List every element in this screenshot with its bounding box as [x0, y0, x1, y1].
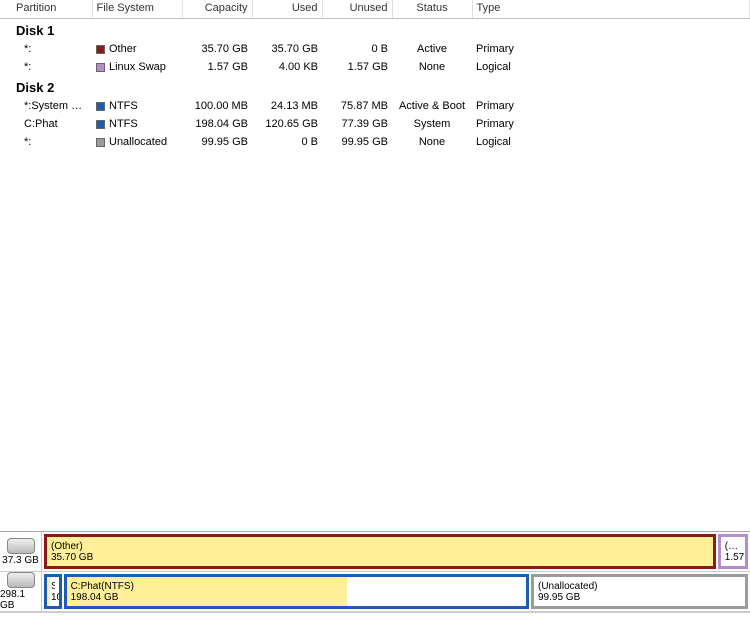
filesystem-cell: Linux Swap	[92, 58, 182, 76]
type-cell: Primary	[472, 40, 750, 58]
col-capacity[interactable]: Capacity	[182, 0, 252, 19]
used-cell: 120.65 GB	[252, 115, 322, 133]
partition-name: *:	[0, 40, 92, 58]
fs-label: Unallocated	[109, 136, 167, 148]
partition-strip: (Other)35.70 GB(Linux Swap)1.57 GB	[42, 532, 750, 571]
partition-block[interactable]: (Linux Swap)1.57 GB	[718, 534, 748, 569]
disk-map-row: 298.1 GBSystem Reserved100.00 MBC:Phat(N…	[0, 572, 750, 612]
partition-row[interactable]: C:Phat NTFS 198.04 GB120.65 GB77.39 GBSyst…	[0, 115, 750, 133]
disk-icon-cell[interactable]: 37.3 GB	[0, 532, 42, 571]
partition-block-size: 35.70 GB	[51, 552, 709, 563]
status-cell: None	[392, 133, 472, 151]
partition-name: C:Phat	[0, 115, 92, 133]
col-status[interactable]: Status	[392, 0, 472, 19]
capacity-cell: 99.95 GB	[182, 133, 252, 151]
partition-block-size: 100.00 MB	[51, 592, 55, 603]
fs-color-swatch	[96, 45, 105, 54]
unused-cell: 0 B	[322, 40, 392, 58]
partition-block[interactable]: System Reserved100.00 MB	[44, 574, 62, 609]
legend	[0, 612, 750, 622]
partition-block-label: (Linux Swap)	[725, 541, 741, 552]
disk-map-area: 37.3 GB(Other)35.70 GB(Linux Swap)1.57 G…	[0, 531, 750, 612]
type-cell: Logical	[472, 133, 750, 151]
used-cell: 0 B	[252, 133, 322, 151]
capacity-cell: 198.04 GB	[182, 115, 252, 133]
partition-name: *:	[0, 58, 92, 76]
used-cell: 35.70 GB	[252, 40, 322, 58]
fs-label: Other	[109, 43, 137, 55]
partition-block[interactable]: (Unallocated)99.95 GB	[531, 574, 748, 609]
filesystem-cell: NTFS	[92, 97, 182, 115]
disk-header-row[interactable]: Disk 2	[0, 76, 750, 97]
partition-block-label: C:Phat(NTFS)	[71, 581, 522, 592]
disk-icon	[7, 572, 35, 588]
type-cell: Primary	[472, 115, 750, 133]
partition-block-size: 99.95 GB	[538, 592, 741, 603]
type-cell: Logical	[472, 58, 750, 76]
partition-block[interactable]: C:Phat(NTFS)198.04 GB	[64, 574, 529, 609]
used-cell: 24.13 MB	[252, 97, 322, 115]
unused-cell: 75.87 MB	[322, 97, 392, 115]
disk-header-row[interactable]: Disk 1	[0, 19, 750, 41]
partition-block-label: (Unallocated)	[538, 581, 741, 592]
partition-strip: System Reserved100.00 MBC:Phat(NTFS)198.…	[42, 572, 750, 611]
partition-block-size: 198.04 GB	[71, 592, 522, 603]
partition-block-size: 1.57 GB	[725, 552, 741, 563]
capacity-cell: 35.70 GB	[182, 40, 252, 58]
fs-color-swatch	[96, 102, 105, 111]
partition-row[interactable]: *:System Rese... NTFS 100.00 MB24.13 MB75.…	[0, 97, 750, 115]
type-cell: Primary	[472, 97, 750, 115]
partition-table-area[interactable]: Partition File System Capacity Used Unus…	[0, 0, 750, 531]
unused-cell: 1.57 GB	[322, 58, 392, 76]
col-filesystem[interactable]: File System	[92, 0, 182, 19]
disk-icon-cell[interactable]: 298.1 GB	[0, 572, 42, 611]
filesystem-cell: Other	[92, 40, 182, 58]
partition-block-label: (Other)	[51, 541, 709, 552]
status-cell: Active	[392, 40, 472, 58]
capacity-cell: 100.00 MB	[182, 97, 252, 115]
fs-label: NTFS	[109, 100, 138, 112]
disk-icon	[7, 538, 35, 554]
partition-block[interactable]: (Other)35.70 GB	[44, 534, 716, 569]
capacity-cell: 1.57 GB	[182, 58, 252, 76]
unused-cell: 99.95 GB	[322, 133, 392, 151]
fs-label: Linux Swap	[109, 61, 166, 73]
partition-block-label: System Reserved	[51, 581, 55, 592]
disk-name: Disk 1	[0, 19, 750, 41]
used-fill	[47, 577, 50, 606]
used-cell: 4.00 KB	[252, 58, 322, 76]
partition-name: *:System Rese...	[0, 97, 92, 115]
fs-color-swatch	[96, 63, 105, 72]
disk-size-label: 298.1 GB	[0, 589, 41, 611]
filesystem-cell: NTFS	[92, 115, 182, 133]
status-cell: Active & Boot	[392, 97, 472, 115]
partition-name: *:	[0, 133, 92, 151]
disk-map-row: 37.3 GB(Other)35.70 GB(Linux Swap)1.57 G…	[0, 532, 750, 572]
table-header-row[interactable]: Partition File System Capacity Used Unus…	[0, 0, 750, 19]
partition-row[interactable]: *:Other35.70 GB35.70 GB0 BActivePrimary	[0, 40, 750, 58]
col-used[interactable]: Used	[252, 0, 322, 19]
col-unused[interactable]: Unused	[322, 0, 392, 19]
fs-color-swatch	[96, 138, 105, 147]
disk-size-label: 37.3 GB	[2, 555, 39, 566]
status-cell: System	[392, 115, 472, 133]
disk-name: Disk 2	[0, 76, 750, 97]
col-partition[interactable]: Partition	[0, 0, 92, 19]
partition-table: Partition File System Capacity Used Unus…	[0, 0, 750, 151]
partition-row[interactable]: *:Linux Swap1.57 GB4.00 KB1.57 GBNoneLog…	[0, 58, 750, 76]
status-cell: None	[392, 58, 472, 76]
fs-color-swatch	[96, 120, 105, 129]
filesystem-cell: Unallocated	[92, 133, 182, 151]
partition-row[interactable]: *:Unallocated99.95 GB0 B99.95 GBNoneLogi…	[0, 133, 750, 151]
fs-label: NTFS	[109, 118, 138, 130]
unused-cell: 77.39 GB	[322, 115, 392, 133]
col-type[interactable]: Type	[472, 0, 750, 19]
